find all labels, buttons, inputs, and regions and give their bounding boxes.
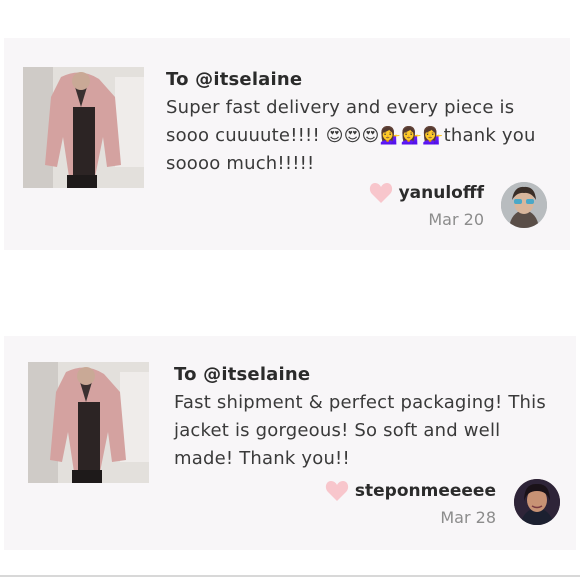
product-thumbnail[interactable] <box>28 362 149 483</box>
review-content: To @itselaine Fast shipment & perfect pa… <box>174 363 556 473</box>
product-thumbnail[interactable] <box>23 67 144 188</box>
heart-icon[interactable] <box>369 182 393 204</box>
pink-jacket-photo-icon <box>23 67 144 188</box>
review-card: To @itselaine Super fast delivery and ev… <box>4 38 570 250</box>
review-date: Mar 28 <box>440 508 496 527</box>
user-avatar-selfie-icon <box>514 479 560 525</box>
reviewer-username[interactable]: yanulofff <box>399 183 484 203</box>
pink-jacket-photo-icon <box>28 362 149 483</box>
review-content: To @itselaine Super fast delivery and ev… <box>166 68 550 178</box>
review-meta: yanulofff Mar 20 <box>369 182 484 229</box>
review-text: Super fast delivery and every piece is s… <box>166 94 550 178</box>
heart-icon[interactable] <box>325 480 349 502</box>
reviewer-avatar[interactable] <box>514 479 560 525</box>
review-emojis: 😍😍😍💁‍♀️💁‍♀️💁‍♀️ <box>325 126 444 146</box>
reviewer-username[interactable]: steponmeeeee <box>355 481 496 501</box>
review-date: Mar 20 <box>428 210 484 229</box>
review-recipient: To @itselaine <box>166 69 303 90</box>
review-meta: steponmeeeee Mar 28 <box>325 480 496 527</box>
reviewer-avatar[interactable] <box>501 182 547 228</box>
review-card: To @itselaine Fast shipment & perfect pa… <box>4 336 576 550</box>
review-text: Fast shipment & perfect packaging! This … <box>174 392 546 469</box>
review-recipient: To @itselaine <box>174 364 311 385</box>
user-avatar-sunglasses-icon <box>501 182 547 228</box>
divider <box>0 575 580 577</box>
